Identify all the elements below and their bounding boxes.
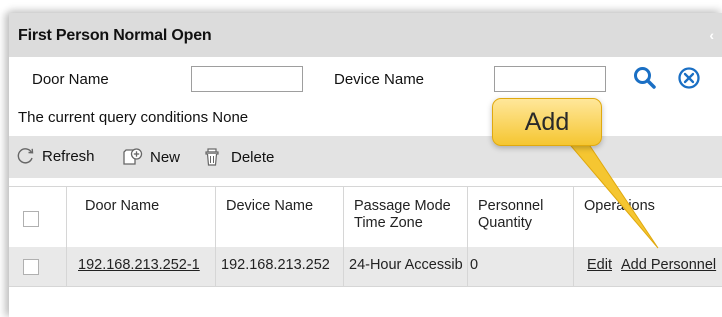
cell-door-name: 192.168.213.252-1 <box>66 247 215 286</box>
collapse-arrow-icon[interactable]: ‹ <box>709 27 714 43</box>
cell-passage-mode-time-zone: 24-Hour Accessib <box>343 247 467 286</box>
query-conditions-label: The current query conditions <box>18 109 209 126</box>
edit-link[interactable]: Edit <box>587 257 612 273</box>
add-personnel-link[interactable]: Add Personnel <box>621 257 716 273</box>
column-header-personnel-quantity[interactable]: Personnel Quantity <box>467 187 573 247</box>
column-header-door-name[interactable]: Door Name <box>66 187 215 247</box>
column-header-operations: Operations <box>573 187 722 247</box>
cell-personnel-quantity: 0 <box>467 247 573 286</box>
toolbar: Refresh New Delete <box>9 136 722 178</box>
first-person-normal-open-panel: First Person Normal Open ‹ Door Name Dev… <box>9 13 722 317</box>
search-bar: Door Name Device Name <box>9 61 722 101</box>
refresh-label: Refresh <box>42 147 95 165</box>
delete-trash-icon <box>205 148 219 166</box>
table-header: Door Name Device Name Passage Mode Time … <box>9 186 722 248</box>
clear-circle-x-icon[interactable] <box>676 65 702 91</box>
table-row[interactable]: 192.168.213.252-1 192.168.213.252 24-Hou… <box>9 247 722 287</box>
title-bar: First Person Normal Open ‹ <box>9 13 722 57</box>
door-name-input[interactable] <box>191 66 303 92</box>
query-conditions: The current query conditions None <box>18 109 248 126</box>
cell-operations: Edit Add Personnel <box>573 247 722 286</box>
new-button[interactable]: New <box>122 147 180 167</box>
search-icon[interactable] <box>632 65 658 91</box>
select-all-checkbox[interactable] <box>23 211 39 227</box>
refresh-button[interactable]: Refresh <box>16 147 95 165</box>
row-checkbox[interactable] <box>23 259 39 275</box>
door-name-link[interactable]: 192.168.213.252-1 <box>78 257 200 273</box>
new-document-icon <box>123 148 143 165</box>
column-header-device-name[interactable]: Device Name <box>215 187 343 247</box>
query-conditions-value: None <box>212 109 249 126</box>
cell-device-name: 192.168.213.252 <box>215 247 343 286</box>
delete-button[interactable]: Delete <box>203 147 274 167</box>
callout-text: Add <box>524 108 570 136</box>
column-header-passage-mode-time-zone[interactable]: Passage Mode Time Zone <box>343 187 467 247</box>
door-name-label: Door Name <box>32 71 109 88</box>
device-name-label: Device Name <box>334 71 425 88</box>
page-title: First Person Normal Open <box>18 27 212 44</box>
new-label: New <box>150 148 181 166</box>
device-name-input[interactable] <box>494 66 606 92</box>
row-select-cell <box>9 247 66 286</box>
add-callout-tooltip: Add <box>492 98 602 146</box>
refresh-icon <box>17 148 34 164</box>
header-select-all-cell <box>9 187 66 247</box>
delete-label: Delete <box>231 148 275 166</box>
